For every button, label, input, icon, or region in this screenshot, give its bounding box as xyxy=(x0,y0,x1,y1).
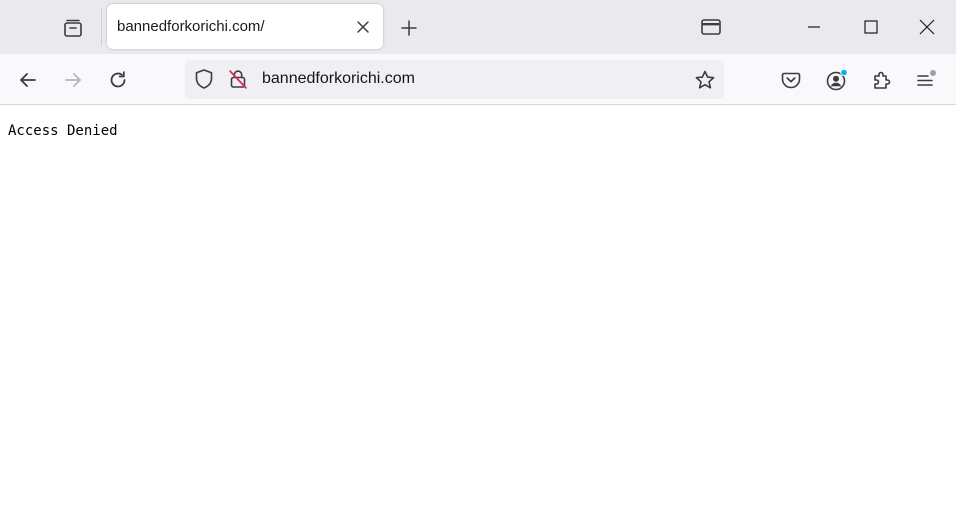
reload-icon[interactable] xyxy=(103,65,133,95)
tab-strip: bannedforkorichi.com/ xyxy=(0,0,956,54)
url-text[interactable]: bannedforkorichi.com xyxy=(262,70,415,88)
insecure-lock-icon[interactable] xyxy=(227,68,249,90)
hamburger-menu-icon[interactable] xyxy=(911,65,941,95)
shield-icon[interactable] xyxy=(193,68,215,90)
star-icon[interactable] xyxy=(693,68,717,92)
maximize-icon[interactable] xyxy=(854,10,888,44)
url-bar[interactable]: bannedforkorichi.com xyxy=(185,60,724,99)
puzzle-piece-icon[interactable] xyxy=(867,65,897,95)
window-close-icon[interactable] xyxy=(910,10,944,44)
tab-manager-icon[interactable] xyxy=(58,13,88,43)
close-icon[interactable] xyxy=(351,15,375,39)
arrow-left-icon[interactable] xyxy=(13,65,43,95)
pocket-icon[interactable] xyxy=(776,65,806,95)
tab-title: bannedforkorichi.com/ xyxy=(117,18,265,35)
tab-separator xyxy=(101,8,102,46)
tab-active[interactable]: bannedforkorichi.com/ xyxy=(107,4,383,49)
page-content: Access Denied xyxy=(0,105,956,505)
access-denied-message: Access Denied xyxy=(8,123,118,139)
list-all-tabs-icon[interactable] xyxy=(696,13,726,41)
minimize-icon[interactable] xyxy=(797,10,831,44)
plus-icon[interactable] xyxy=(396,15,422,41)
arrow-right-icon[interactable] xyxy=(58,65,88,95)
account-icon[interactable] xyxy=(822,65,852,95)
navigation-toolbar: bannedforkorichi.com xyxy=(0,54,956,104)
